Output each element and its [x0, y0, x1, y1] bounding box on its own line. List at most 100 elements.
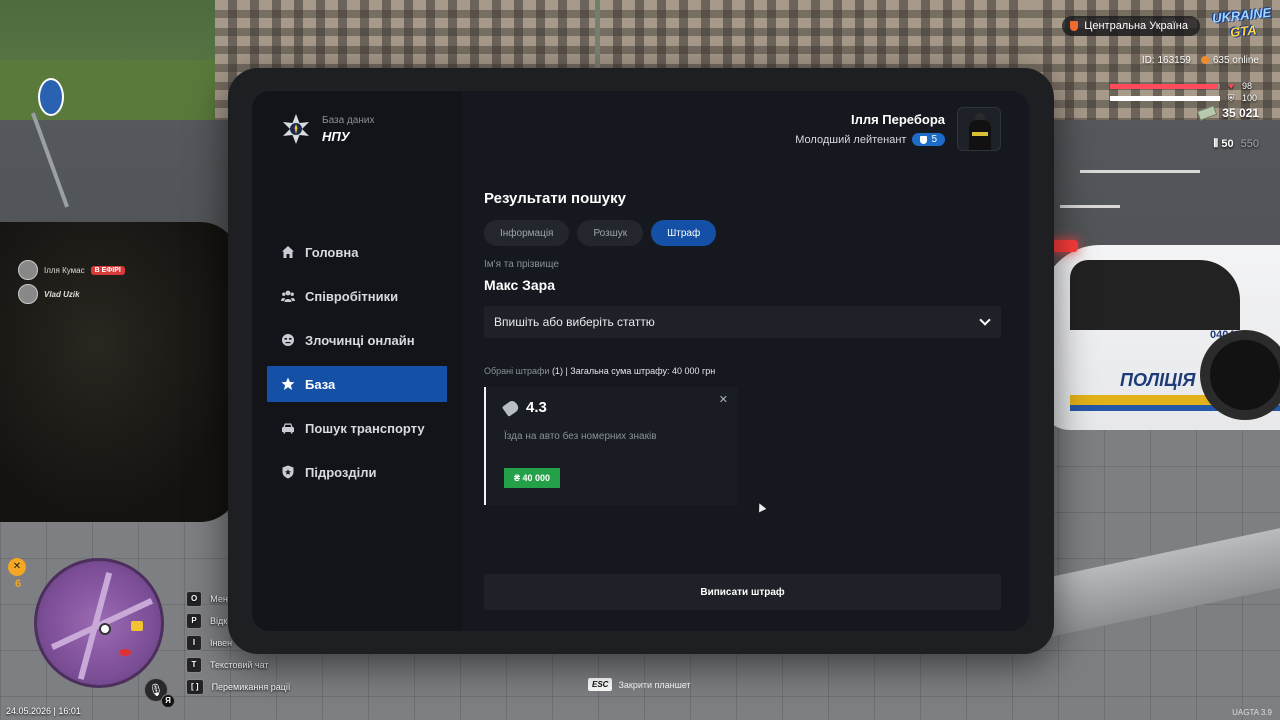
armor-shield-icon: ⛨ — [1227, 92, 1235, 103]
key-hint-label: Відк — [210, 616, 228, 626]
car-wheel — [1200, 330, 1280, 420]
sidebar-item-employees[interactable]: Співробітники — [267, 278, 447, 314]
sidebar-item-home[interactable]: Головна — [267, 234, 447, 270]
road-sign — [38, 78, 64, 116]
datetime: 24.05.2026 | 16:01 — [6, 706, 81, 716]
health-row: ♥ 98 — [1100, 80, 1260, 92]
map-blip-icon — [119, 649, 131, 656]
tab-wanted[interactable]: Розшук — [577, 220, 644, 246]
fine-card: 4.3 ✕ Їзда на авто без номерних знаків ₴… — [484, 387, 738, 505]
mic-key: Я — [161, 694, 175, 708]
map-blip-icon — [131, 621, 143, 631]
rank-level: 5 — [931, 134, 937, 145]
health-fill — [1110, 83, 1218, 89]
wanted-indicator: ✕ 6 — [8, 558, 28, 590]
user-rank: Молодший лейтенант — [795, 133, 907, 146]
sidebar-item-label: Головна — [305, 244, 359, 260]
heart-icon: ♥ — [1228, 81, 1234, 91]
armor-fill — [1110, 95, 1220, 101]
shield-icon — [281, 465, 295, 479]
sidebar-item-units[interactable]: Підрозділи — [267, 454, 447, 490]
tag-icon — [501, 398, 521, 417]
fine-description: Їзда на авто без номерних знаків — [504, 431, 657, 442]
car-window — [1070, 260, 1240, 330]
brand-name: НПУ — [322, 128, 350, 144]
issue-fine-button[interactable]: Виписати штраф — [484, 574, 1001, 610]
key-cap: O — [186, 591, 203, 607]
ammo-display: ⦀ 50 550 — [1213, 138, 1259, 151]
online-label: 635 online — [1212, 55, 1259, 66]
server-logo: UKRAINE GTA — [1211, 5, 1271, 44]
sidebar-item-label: Злочинці онлайн — [305, 332, 415, 348]
avatar — [18, 284, 38, 304]
key-hint-label: Перемикання рації — [211, 682, 291, 692]
voice-chat-name: Ілля Кумас — [44, 265, 85, 275]
user-rank-row: Молодший лейтенант 5 — [795, 133, 945, 146]
close-tablet-label: Закрити планшет — [618, 679, 691, 690]
key-hint-label: Текстовий чат — [210, 660, 269, 670]
money-display: 35 021 — [1197, 105, 1259, 121]
sidebar-item-vehicle-search[interactable]: Пошук транспорту — [267, 410, 447, 446]
brand: База даних НПУ — [280, 113, 374, 145]
users-icon — [281, 289, 295, 303]
armor-row: ⛨ 100 — [1100, 92, 1260, 104]
rank-badge: 5 — [912, 133, 945, 146]
key-hint: [ ] Перемикання рації — [186, 676, 290, 698]
key-cap: T — [186, 657, 202, 673]
region-indicator: Центральна Україна — [1062, 16, 1200, 36]
sidebar-item-criminals-online[interactable]: Злочинці онлайн — [267, 322, 447, 358]
fine-amount-badge: ₴ 40 000 — [504, 468, 561, 488]
wanted-icon: ✕ — [8, 558, 26, 576]
criminal-icon — [281, 333, 295, 347]
close-icon[interactable]: ✕ — [719, 393, 728, 406]
avatar-vest — [972, 132, 988, 136]
wanted-level: 6 — [14, 578, 22, 590]
road-marking — [1080, 170, 1200, 173]
fines-summary: Обрані штрафи (1) | Загальна сума штрафу… — [484, 366, 715, 376]
tab-information[interactable]: Інформація — [484, 220, 570, 246]
voice-chat-row: Vlad Uzik — [18, 282, 125, 306]
key-cap: P — [186, 613, 202, 629]
police-star-logo-icon — [280, 113, 312, 145]
police-car: 0404 ПОЛІЦІЯ — [1040, 240, 1280, 430]
voice-chat-row: Ілля Кумас В ЕФІРІ — [18, 258, 125, 282]
key-hint: T Текстовий чат — [186, 654, 290, 676]
sidebar-item-label: Підрозділи — [305, 464, 377, 480]
player-marker-icon — [99, 623, 111, 635]
esc-key: ESC — [588, 678, 613, 691]
chevron-down-icon — [979, 314, 991, 326]
avatar — [957, 107, 1001, 151]
region-name: Центральна Україна — [1084, 20, 1188, 32]
result-tabs: Інформація Розшук Штраф — [484, 220, 717, 246]
name-value: Макс Зара — [484, 277, 556, 293]
on-air-badge: В ЕФІРІ — [90, 265, 125, 275]
tab-fine[interactable]: Штраф — [651, 220, 717, 246]
health-value: 98 — [1242, 81, 1253, 91]
armor-value: 100 — [1242, 93, 1258, 103]
cash-icon — [1197, 105, 1218, 121]
summary-count: (1) — [551, 366, 563, 376]
article-select[interactable]: Впишіть або виберіть статтю — [484, 306, 1001, 338]
minimap — [34, 558, 164, 688]
fine-article: 4.3 — [526, 399, 547, 416]
key-cap: [ ] — [186, 679, 204, 695]
sidebar-item-database[interactable]: База — [267, 366, 447, 402]
key-hint-label: Інвен — [210, 638, 233, 648]
ammo-clip: 50 — [1221, 138, 1234, 150]
star-icon — [281, 377, 295, 391]
region-shield-icon — [1070, 21, 1079, 31]
road-marking — [1060, 205, 1120, 208]
summary-label: Обрані штрафи — [484, 366, 550, 376]
fine-header: 4.3 — [501, 398, 547, 417]
armor-bar — [1110, 95, 1220, 101]
brand-subtitle: База даних — [322, 114, 375, 126]
ammo-icon: ⦀ — [1213, 138, 1219, 150]
key-cap: I — [186, 635, 202, 651]
tablet-sidebar: База даних НПУ Головна Співробітники Зло… — [252, 91, 462, 631]
sidebar-item-label: База — [305, 376, 336, 392]
name-label: Ім'я та прізвище — [484, 259, 559, 270]
key-hint-label: Мен — [210, 594, 228, 604]
close-tablet-hint[interactable]: ESC Закрити планшет — [588, 678, 691, 691]
status-bars: ♥ 98 ⛨ 100 — [1100, 80, 1260, 104]
rank-shield-icon — [920, 135, 928, 144]
